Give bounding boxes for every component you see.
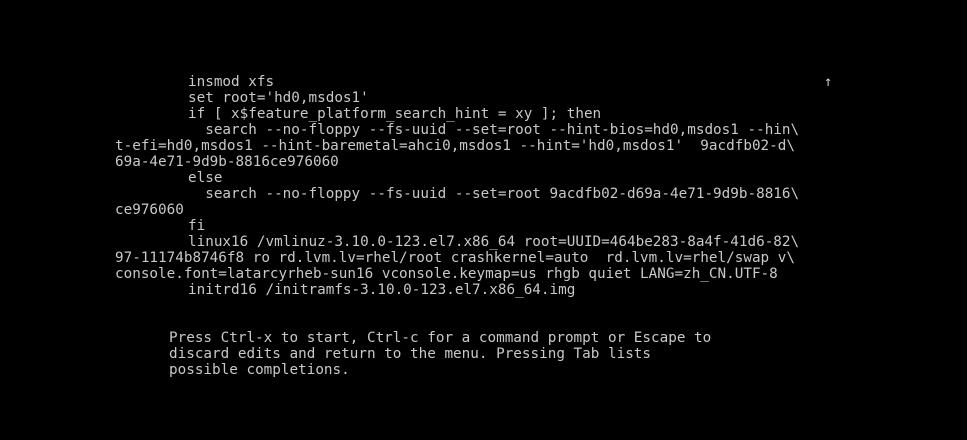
grub-edit-screen: insmod xfs set root='hd0,msdos1' if [ x$… (0, 0, 967, 440)
editor-line[interactable]: insmod xfs (188, 74, 274, 90)
editor-line[interactable]: 97-11174b8746f8 ro rd.lvm.lv=rhel/root c… (115, 250, 795, 266)
help-line: Press Ctrl-x to start, Ctrl-c for a comm… (169, 330, 712, 346)
help-line: possible completions. (169, 362, 350, 378)
editor-line[interactable]: fi (188, 218, 205, 234)
editor-line[interactable]: if [ x$feature_platform_search_hint = xy… (188, 106, 601, 122)
editor-line[interactable]: search --no-floppy --fs-uuid --set=root … (188, 122, 799, 138)
editor-line[interactable]: else (188, 170, 222, 186)
editor-line[interactable]: linux16 /vmlinuz-3.10.0-123.el7.x86_64 r… (188, 234, 799, 250)
help-line: discard edits and return to the menu. Pr… (169, 346, 652, 362)
editor-line[interactable]: console.font=latarcyrheb-sun16 vconsole.… (115, 266, 778, 282)
editor-line[interactable]: set root='hd0,msdos1' (188, 90, 369, 106)
editor-line[interactable]: t-efi=hd0,msdos1 --hint-baremetal=ahci0,… (115, 138, 795, 154)
editor-line[interactable]: search --no-floppy --fs-uuid --set=root … (188, 186, 799, 202)
scroll-up-indicator-icon: ↑ (824, 74, 833, 90)
editor-line[interactable]: 69a-4e71-9d9b-8816ce976060 (115, 154, 339, 170)
editor-line[interactable]: ce976060 (115, 202, 184, 218)
editor-line[interactable]: initrd16 /initramfs-3.10.0-123.el7.x86_6… (188, 282, 575, 298)
